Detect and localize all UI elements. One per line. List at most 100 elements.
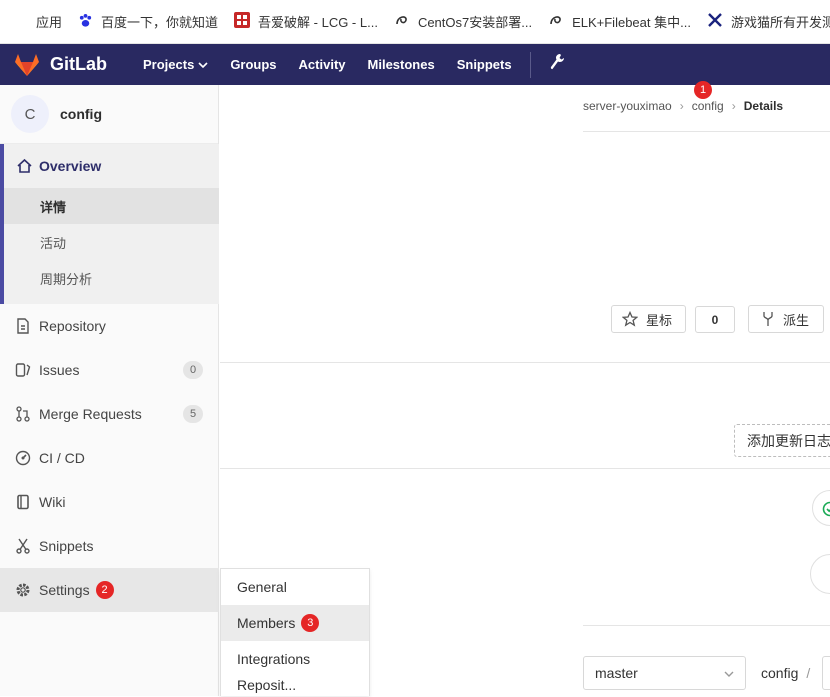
book-icon (14, 494, 32, 510)
add-changelog-button[interactable]: 添加更新日志 (734, 424, 830, 457)
bookmark-centos[interactable]: CentOs7安装部署... (394, 0, 532, 43)
nav-activity[interactable]: Activity (299, 57, 346, 72)
merge-requests-count-badge: 5 (183, 405, 203, 423)
admin-wrench-icon[interactable] (549, 53, 565, 76)
sidebar-subitem-details[interactable]: 详情 (4, 188, 219, 224)
settings-general[interactable]: General (221, 569, 369, 605)
nav-groups[interactable]: Groups (230, 57, 276, 72)
sidebar-item-label: CI / CD (39, 450, 85, 466)
divider (583, 625, 830, 626)
baidu-paw-icon (78, 13, 93, 31)
fork-label: 派生 (783, 310, 809, 329)
bookmark-elk[interactable]: ELK+Filebeat 集中... (548, 0, 691, 43)
pipeline-status-circle[interactable] (812, 490, 830, 526)
breadcrumb-separator-icon: › (680, 99, 684, 113)
sidebar-item-label: Settings (39, 582, 90, 598)
top-navbar: GitLab Projects Groups Activity Mileston… (0, 44, 830, 85)
fork-icon (761, 311, 775, 327)
settings-repository[interactable]: Reposit... (221, 677, 369, 697)
breadcrumb-current: Details (744, 99, 783, 113)
settings-members[interactable]: Members 3 (221, 605, 369, 641)
bookmark-baidu[interactable]: 百度一下，你就知道 (78, 0, 218, 43)
annotation-marker-1: 1 (694, 81, 712, 99)
nav-label: Projects (143, 57, 194, 72)
star-count[interactable]: 0 (695, 306, 735, 333)
gitlab-tanuki-icon (14, 53, 40, 77)
path-separator: / (806, 665, 810, 681)
bookmark-label: 吾爱破解 - LCG - L... (258, 12, 378, 31)
bookmark-label: ELK+Filebeat 集中... (572, 12, 691, 31)
bookmarks-bar: 应用 百度一下，你就知道 吾爱破解 - LCG - L... CentOs7安装… (0, 0, 830, 44)
nav-snippets[interactable]: Snippets (457, 57, 512, 72)
rocket-gauge-icon (14, 450, 32, 466)
sidebar-item-issues[interactable]: Issues 0 (0, 348, 219, 392)
project-name: config (60, 106, 102, 122)
csdn-swirl-icon (548, 12, 564, 31)
settings-integrations[interactable]: Integrations (221, 641, 369, 677)
sidebar-item-label: Issues (39, 362, 79, 378)
issues-icon (14, 362, 32, 378)
brand-name: GitLab (50, 54, 107, 75)
avatar-circle[interactable] (810, 554, 830, 594)
divider (220, 362, 830, 363)
star-label: 星标 (646, 310, 672, 329)
path-dropdown-button[interactable] (822, 656, 830, 690)
nav-milestones[interactable]: Milestones (368, 57, 435, 72)
bookmark-52pojie[interactable]: 吾爱破解 - LCG - L... (234, 0, 378, 43)
sidebar-item-wiki[interactable]: Wiki (0, 480, 219, 524)
breadcrumb-project[interactable]: config (692, 99, 724, 113)
settings-flyout-menu: General Members 3 Integrations Reposit..… (220, 568, 370, 696)
nav-divider (530, 52, 531, 78)
nav-projects[interactable]: Projects (143, 57, 208, 72)
repo-path: config / (761, 665, 810, 681)
sidebar-item-label: Overview (39, 158, 101, 174)
sidebar-item-settings[interactable]: Settings 2 (0, 568, 219, 612)
sidebar-item-merge-requests[interactable]: Merge Requests 5 (0, 392, 219, 436)
branch-value: master (595, 665, 638, 681)
sidebar-subitem-cycle-analytics[interactable]: 周期分析 (4, 260, 219, 296)
chevron-down-icon (198, 60, 208, 70)
document-icon (14, 318, 32, 334)
project-avatar: C (11, 95, 49, 133)
bookmark-label: CentOs7安装部署... (418, 12, 532, 31)
bookmark-apps[interactable]: 应用 (14, 0, 62, 43)
sidebar-subitem-activity[interactable]: 活动 (4, 224, 219, 260)
gitlab-logo[interactable]: GitLab (14, 53, 107, 77)
divider (220, 468, 830, 469)
bookmark-label: 应用 (36, 12, 62, 31)
bookmark-label: 游戏猫所有开发测... (731, 12, 830, 31)
breadcrumb-separator-icon: › (732, 99, 736, 113)
home-icon (16, 158, 33, 174)
branch-select[interactable]: master (583, 656, 746, 690)
sidebar-item-overview[interactable]: Overview (4, 144, 219, 188)
csdn-swirl-icon (394, 12, 410, 31)
star-button[interactable]: 星标 (611, 305, 686, 333)
sidebar-item-snippets[interactable]: Snippets (0, 524, 219, 568)
annotation-marker-2: 2 (96, 581, 114, 599)
bookmark-youximao[interactable]: 游戏猫所有开发测... (707, 0, 830, 43)
breadcrumb-group[interactable]: server-youximao (583, 99, 672, 113)
project-header[interactable]: C config (0, 85, 218, 144)
annotation-marker-3: 3 (301, 614, 319, 632)
scissors-icon (14, 538, 32, 554)
apps-grid-icon (14, 15, 28, 29)
path-root[interactable]: config (761, 665, 798, 681)
flyout-item-label: Members (237, 615, 295, 631)
breadcrumb: server-youximao › config › Details (583, 99, 783, 113)
divider (583, 131, 830, 132)
sidebar-item-label: Wiki (39, 494, 65, 510)
changelog-label: 添加更新日志 (747, 431, 830, 451)
sidebar-item-ci-cd[interactable]: CI / CD (0, 436, 219, 480)
sidebar-item-label: Snippets (39, 538, 93, 554)
star-icon (622, 311, 638, 327)
check-circle-icon (822, 501, 830, 517)
project-sidebar: C config Overview 详情 活动 周期分析 Repository … (0, 85, 219, 696)
sidebar-item-label: Repository (39, 318, 106, 334)
gear-icon (14, 582, 32, 598)
sidebar-overview-section: Overview 详情 活动 周期分析 (0, 144, 219, 304)
fork-button[interactable]: 派生 (748, 305, 824, 333)
sidebar-item-repository[interactable]: Repository (0, 304, 219, 348)
issues-count-badge: 0 (183, 361, 203, 379)
merge-request-icon (14, 406, 32, 422)
bookmark-label: 百度一下，你就知道 (101, 12, 218, 31)
